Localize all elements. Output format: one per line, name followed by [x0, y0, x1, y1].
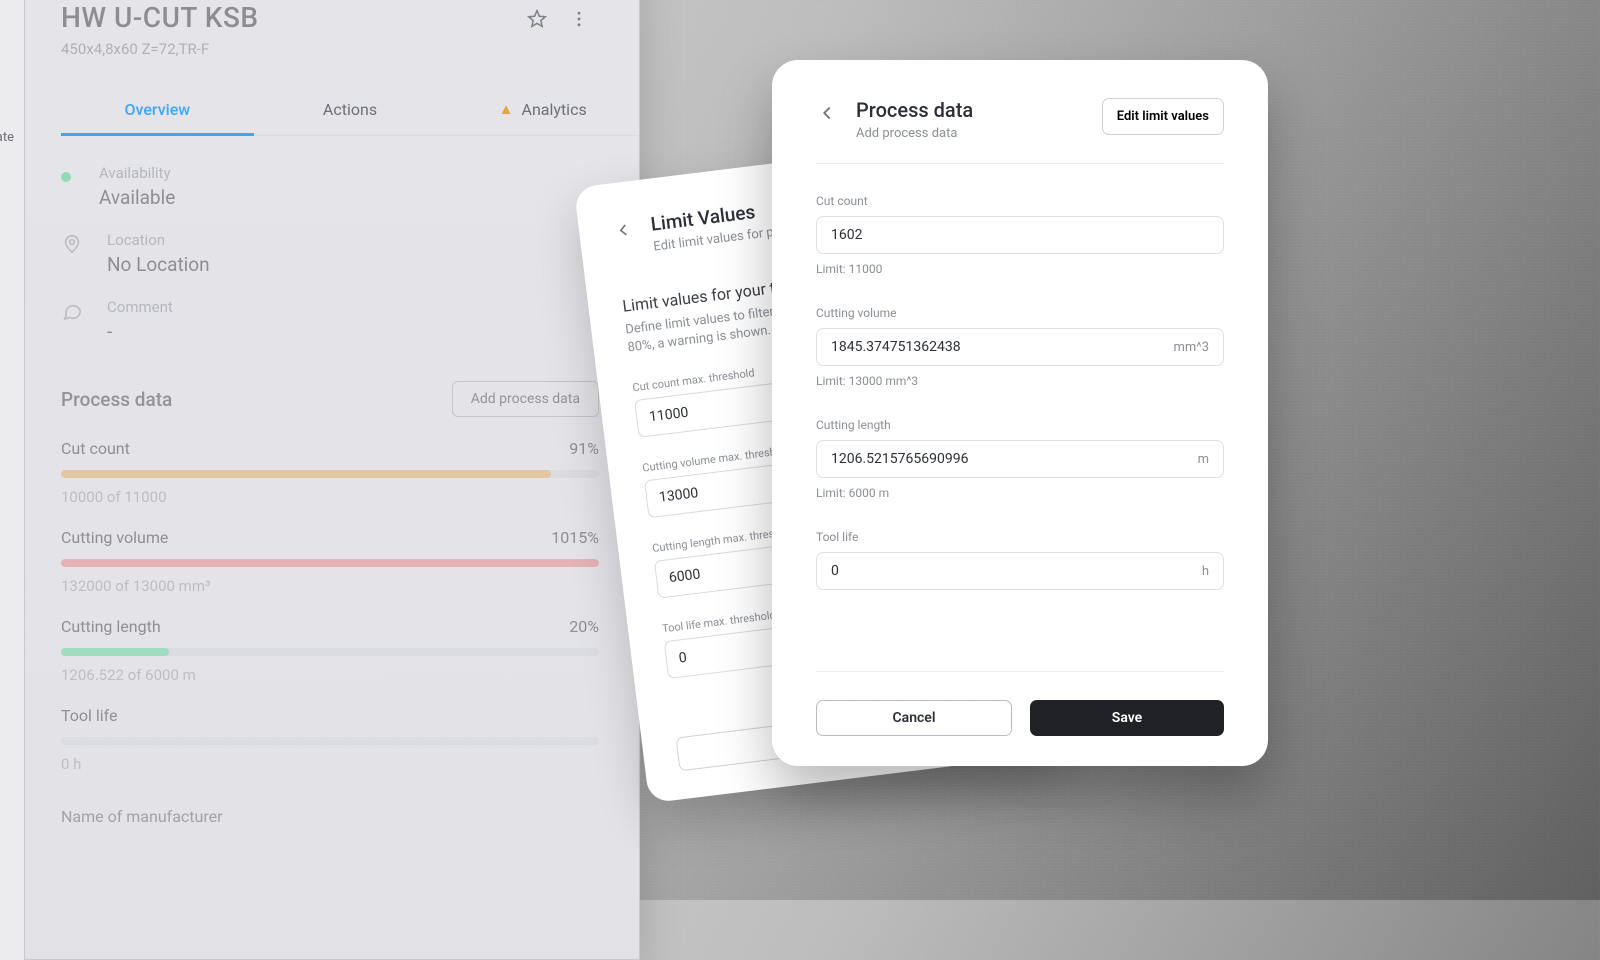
- metric-pct: 91%: [569, 439, 599, 458]
- field-label: Cutting length: [816, 418, 1224, 432]
- metric-name: Cutting length: [61, 617, 161, 636]
- process-data-heading: Process data: [61, 388, 172, 411]
- detail-tabs: Overview Actions ▲ Analytics: [61, 86, 639, 136]
- field-label: Cut count: [816, 194, 1224, 208]
- metric-detail: 0 h: [61, 755, 599, 773]
- tab-analytics-label: Analytics: [522, 100, 587, 119]
- add-process-data-button[interactable]: Add process data: [452, 381, 599, 417]
- cutting-length-input[interactable]: 1206.5215765690996 m: [816, 440, 1224, 478]
- metric-name: Tool life: [61, 706, 118, 725]
- field-value: 0: [831, 563, 1202, 579]
- metric-detail: 10000 of 11000: [61, 488, 599, 506]
- warning-icon: ▲: [499, 100, 514, 118]
- process-data-subtitle: Add process data: [856, 126, 1084, 141]
- field-hint: Limit: 13000 mm^3: [816, 374, 1224, 388]
- meta-availability: Availability Available: [61, 164, 599, 209]
- cutting-volume-input[interactable]: 1845.374751362438 mm^3: [816, 328, 1224, 366]
- metric-cut-count: Cut count 91% 10000 of 11000: [61, 439, 639, 506]
- field-unit: mm^3: [1173, 340, 1209, 355]
- field-label: Cutting volume: [816, 306, 1224, 320]
- metric-name: Cutting volume: [61, 528, 168, 547]
- cut-count-input[interactable]: 1602: [816, 216, 1224, 254]
- metric-pct: 20%: [569, 617, 599, 636]
- field-hint: Limit: 11000: [816, 262, 1224, 276]
- process-data-card: Process data Add process data Edit limit…: [772, 60, 1268, 766]
- cancel-button[interactable]: Cancel: [816, 700, 1012, 736]
- left-column-sliver: ate: [0, 0, 25, 960]
- status-dot-icon: [61, 172, 71, 182]
- edit-limit-values-button[interactable]: Edit limit values: [1102, 98, 1224, 135]
- metric-cutting-volume: Cutting volume 1015% 132000 of 13000 mm³: [61, 528, 639, 595]
- back-arrow-icon[interactable]: [612, 219, 634, 241]
- tool-life-input[interactable]: 0 h: [816, 552, 1224, 590]
- save-button[interactable]: Save: [1030, 700, 1224, 736]
- location-pin-icon: [61, 233, 83, 255]
- metric-cutting-length: Cutting length 20% 1206.522 of 6000 m: [61, 617, 639, 684]
- cutting-volume-field: Cutting volume 1845.374751362438 mm^3 Li…: [816, 306, 1224, 388]
- meta-comment: Comment -: [61, 298, 599, 343]
- cut-count-field: Cut count 1602 Limit: 11000: [816, 194, 1224, 276]
- field-label: Tool life: [816, 530, 1224, 544]
- field-unit: m: [1198, 452, 1209, 467]
- metric-tool-life: Tool life 0 h: [61, 706, 639, 773]
- meta-location: Location No Location: [61, 231, 599, 276]
- metric-detail: 1206.522 of 6000 m: [61, 666, 599, 684]
- field-value: 1602: [831, 227, 1209, 243]
- availability-value: Available: [99, 186, 175, 209]
- tool-detail-panel: HW U-CUT KSB 450x4,8x60 Z=72,TR-F Overvi…: [0, 0, 640, 960]
- tab-overview[interactable]: Overview: [61, 86, 254, 135]
- manufacturer-label: Name of manufacturer: [61, 807, 639, 826]
- more-menu-icon[interactable]: [569, 9, 589, 29]
- field-hint: Limit: 6000 m: [816, 486, 1224, 500]
- location-value: No Location: [107, 253, 210, 276]
- field-value: 1845.374751362438: [831, 339, 1173, 355]
- favorite-icon[interactable]: [527, 9, 547, 29]
- metric-detail: 132000 of 13000 mm³: [61, 577, 599, 595]
- location-label: Location: [107, 231, 210, 249]
- comment-icon: [61, 300, 83, 322]
- tool-subtitle: 450x4,8x60 Z=72,TR-F: [61, 40, 639, 58]
- availability-label: Availability: [99, 164, 175, 182]
- tab-analytics[interactable]: ▲ Analytics: [446, 86, 639, 135]
- cutting-length-field: Cutting length 1206.5215765690996 m Limi…: [816, 418, 1224, 500]
- comment-value: -: [107, 320, 173, 343]
- field-value: 1206.5215765690996: [831, 451, 1198, 467]
- tool-life-field: Tool life 0 h: [816, 530, 1224, 590]
- tab-actions[interactable]: Actions: [254, 86, 447, 135]
- process-data-title: Process data: [856, 98, 1084, 122]
- metric-pct: 1015%: [551, 528, 599, 547]
- metric-name: Cut count: [61, 439, 130, 458]
- field-unit: h: [1202, 564, 1209, 579]
- comment-label: Comment: [107, 298, 173, 316]
- sliver-label: ate: [0, 130, 14, 145]
- back-arrow-icon[interactable]: [816, 102, 838, 124]
